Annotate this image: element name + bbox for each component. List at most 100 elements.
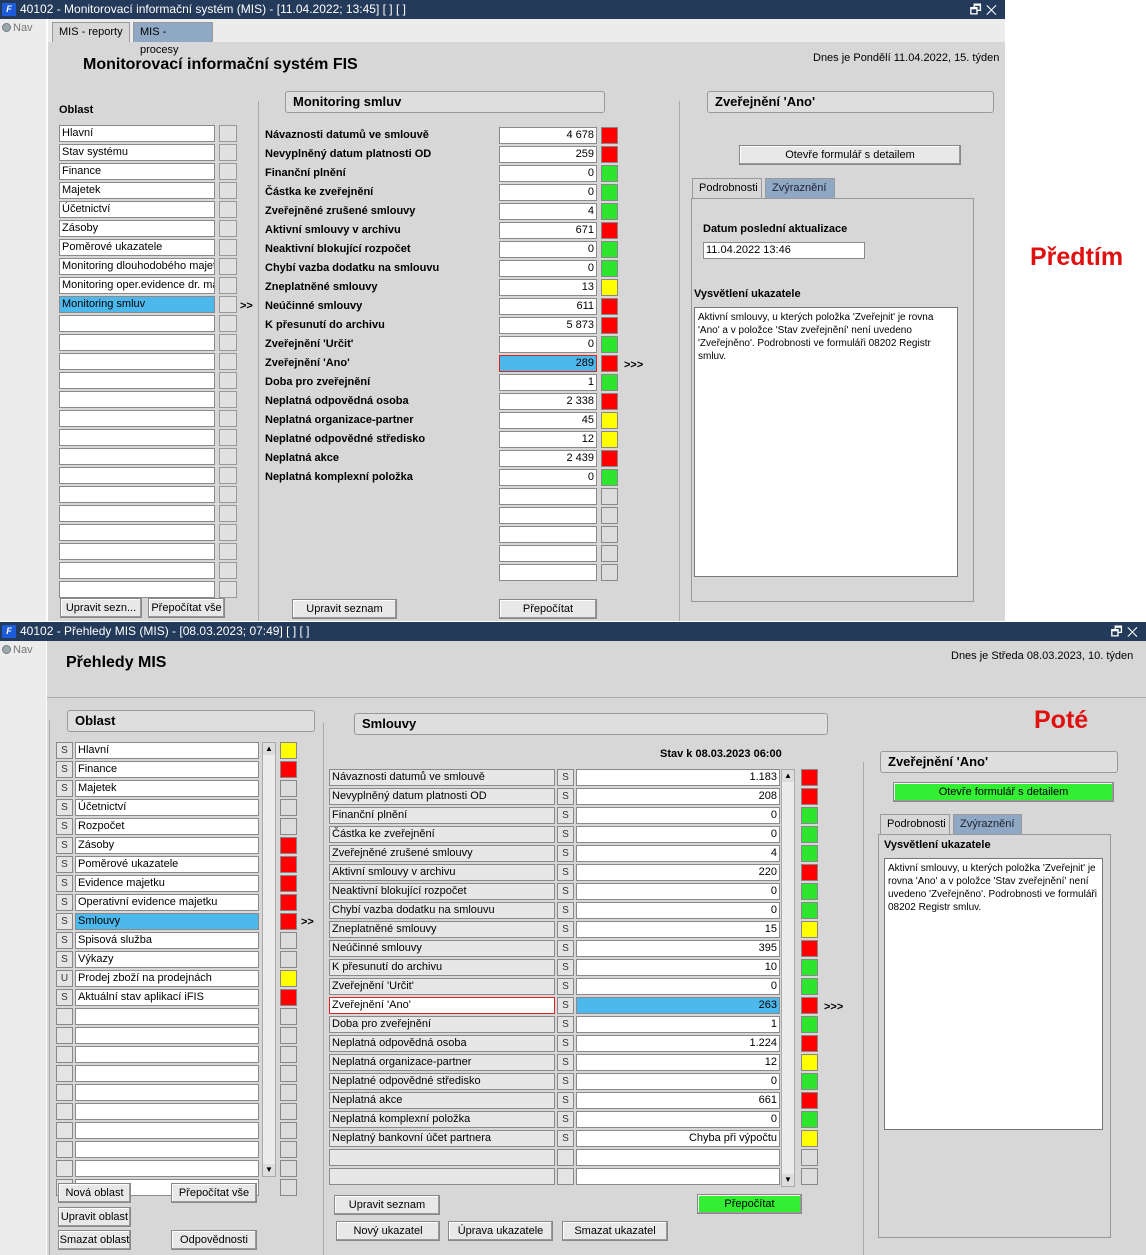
prepocitat-button[interactable]: Přepočítat xyxy=(499,599,597,619)
indicator-value[interactable]: 5 873 xyxy=(499,317,597,334)
oblast-flag[interactable] xyxy=(56,1008,73,1025)
oblast-item[interactable] xyxy=(75,1065,259,1082)
open-form-button-after[interactable]: Otevře formulář s detailem xyxy=(893,782,1114,802)
indicator-flag[interactable]: S xyxy=(557,1111,574,1128)
indicator-value[interactable]: 12 xyxy=(576,1054,780,1071)
oblast-item-button[interactable] xyxy=(219,163,237,180)
indicator-value[interactable]: 15 xyxy=(576,921,780,938)
indicator-value[interactable]: 0 xyxy=(499,336,597,353)
smazat-oblast-button[interactable]: Smazat oblast xyxy=(58,1230,131,1250)
oblast-item[interactable] xyxy=(75,1103,259,1120)
oblast-flag[interactable]: S xyxy=(56,742,73,759)
indicator-flag[interactable]: S xyxy=(557,769,574,786)
indicator-value[interactable]: 13 xyxy=(499,279,597,296)
oblast-item[interactable] xyxy=(59,391,215,408)
oblast-flag[interactable] xyxy=(56,1122,73,1139)
indicator-label[interactable]: Doba pro zveřejnění xyxy=(329,1016,555,1033)
oblast-item[interactable]: Výkazy xyxy=(75,951,259,968)
indicator-flag[interactable]: S xyxy=(557,921,574,938)
oblast-item-button[interactable] xyxy=(219,505,237,522)
oblast-flag[interactable]: S xyxy=(56,780,73,797)
indicator-flag[interactable]: S xyxy=(557,997,574,1014)
indicator-value[interactable]: 0 xyxy=(576,1073,780,1090)
indicator-value[interactable]: 0 xyxy=(499,165,597,182)
indicator-value[interactable]: 1 xyxy=(499,374,597,391)
oblast-flag[interactable]: S xyxy=(56,818,73,835)
indicator-flag[interactable]: S xyxy=(557,1073,574,1090)
scroll-up-icon[interactable]: ▲ xyxy=(782,770,794,782)
oblast-item[interactable]: Monitoring oper.evidence dr. ma xyxy=(59,277,215,294)
oblast-item[interactable] xyxy=(59,410,215,427)
indicator-flag[interactable]: S xyxy=(557,978,574,995)
restore-icon[interactable]: 🗗 xyxy=(970,2,986,17)
upravit-seznam-button[interactable]: Upravit sezn... xyxy=(60,598,142,618)
last-update-field[interactable]: 11.04.2022 13:46 xyxy=(703,242,865,259)
oblast-item-button[interactable] xyxy=(219,220,237,237)
indicator-flag[interactable]: S xyxy=(557,845,574,862)
indicator-value[interactable]: 259 xyxy=(499,146,597,163)
indicator-value[interactable]: 0 xyxy=(576,807,780,824)
oblast-item-button[interactable] xyxy=(219,429,237,446)
indicator-flag[interactable]: S xyxy=(557,1016,574,1033)
smlouvy-scrollbar[interactable]: ▲ ▼ xyxy=(781,769,795,1187)
indicator-value[interactable]: 10 xyxy=(576,959,780,976)
indicator-flag[interactable]: S xyxy=(557,959,574,976)
oblast-flag[interactable]: S xyxy=(56,761,73,778)
indicator-label[interactable]: Neúčinné smlouvy xyxy=(329,940,555,957)
oblast-item[interactable]: Aktuální stav aplikací iFIS xyxy=(75,989,259,1006)
open-form-button[interactable]: Otevře formulář s detailem xyxy=(739,145,961,165)
indicator-flag[interactable]: S xyxy=(557,1092,574,1109)
indicator-value[interactable] xyxy=(499,564,597,581)
tab-podrobnosti-after[interactable]: Podrobnosti xyxy=(880,814,950,834)
oblast-flag[interactable] xyxy=(56,1027,73,1044)
indicator-label[interactable]: Neaktivní blokující rozpočet xyxy=(329,883,555,900)
explain-text-after[interactable]: Aktivní smlouvy, u kterých položka 'Zveř… xyxy=(884,858,1103,1130)
indicator-label[interactable]: K přesunutí do archivu xyxy=(329,959,555,976)
oblast-item-button[interactable] xyxy=(219,201,237,218)
oblast-flag[interactable]: S xyxy=(56,932,73,949)
oblast-item[interactable] xyxy=(59,505,215,522)
oblast-item[interactable] xyxy=(59,467,215,484)
scroll-down-icon[interactable]: ▼ xyxy=(782,1174,794,1186)
novy-ukazatel-button[interactable]: Nový ukazatel xyxy=(336,1221,440,1241)
oblast-item-button[interactable] xyxy=(219,315,237,332)
indicator-label[interactable]: Neplatné odpovědné středisko xyxy=(329,1073,555,1090)
upravit-oblast-button[interactable]: Upravit oblast xyxy=(58,1207,131,1227)
indicator-value[interactable]: 1 xyxy=(576,1016,780,1033)
indicator-label[interactable]: Nevyplněný datum platnosti OD xyxy=(329,788,555,805)
indicator-value[interactable]: 611 xyxy=(499,298,597,315)
oblast-flag[interactable]: U xyxy=(56,970,73,987)
oblast-item[interactable]: Monitoring smluv xyxy=(59,296,215,313)
nav-label[interactable]: Nav xyxy=(13,22,33,34)
oblast-item[interactable] xyxy=(75,1141,259,1158)
oblast-flag[interactable]: S xyxy=(56,894,73,911)
indicator-value[interactable]: 0 xyxy=(576,902,780,919)
oblast-flag[interactable]: S xyxy=(56,837,73,854)
indicator-value[interactable]: 0 xyxy=(576,826,780,843)
indicator-value[interactable]: 263 xyxy=(576,997,780,1014)
indicator-label[interactable]: Zveřejnění 'Ano' xyxy=(329,997,555,1014)
oblast-item-button[interactable] xyxy=(219,125,237,142)
indicator-value[interactable]: 661 xyxy=(576,1092,780,1109)
odpovednosti-button[interactable]: Odpovědnosti xyxy=(171,1230,257,1250)
indicator-label[interactable]: Zveřejněné zrušené smlouvy xyxy=(329,845,555,862)
oblast-item[interactable]: Zásoby xyxy=(59,220,215,237)
oblast-item[interactable] xyxy=(59,334,215,351)
indicator-flag[interactable]: S xyxy=(557,1035,574,1052)
scroll-up-icon[interactable]: ▲ xyxy=(263,743,275,755)
oblast-item[interactable] xyxy=(59,524,215,541)
oblast-item-button[interactable] xyxy=(219,562,237,579)
oblast-item[interactable]: Účetnictví xyxy=(75,799,259,816)
indicator-label[interactable]: Návaznosti datumů ve smlouvě xyxy=(329,769,555,786)
oblast-item-button[interactable] xyxy=(219,410,237,427)
oblast-item-button[interactable] xyxy=(219,296,237,313)
indicator-value[interactable] xyxy=(576,1149,780,1166)
indicator-value[interactable] xyxy=(576,1168,780,1185)
oblast-item[interactable]: Monitoring dlouhodobého majetku xyxy=(59,258,215,275)
oblast-item[interactable]: Smlouvy xyxy=(75,913,259,930)
indicator-flag[interactable]: S xyxy=(557,940,574,957)
nav-label-after[interactable]: Nav xyxy=(13,644,33,656)
indicator-value[interactable]: 1.183 xyxy=(576,769,780,786)
oblast-flag[interactable]: S xyxy=(56,856,73,873)
indicator-value[interactable]: 12 xyxy=(499,431,597,448)
